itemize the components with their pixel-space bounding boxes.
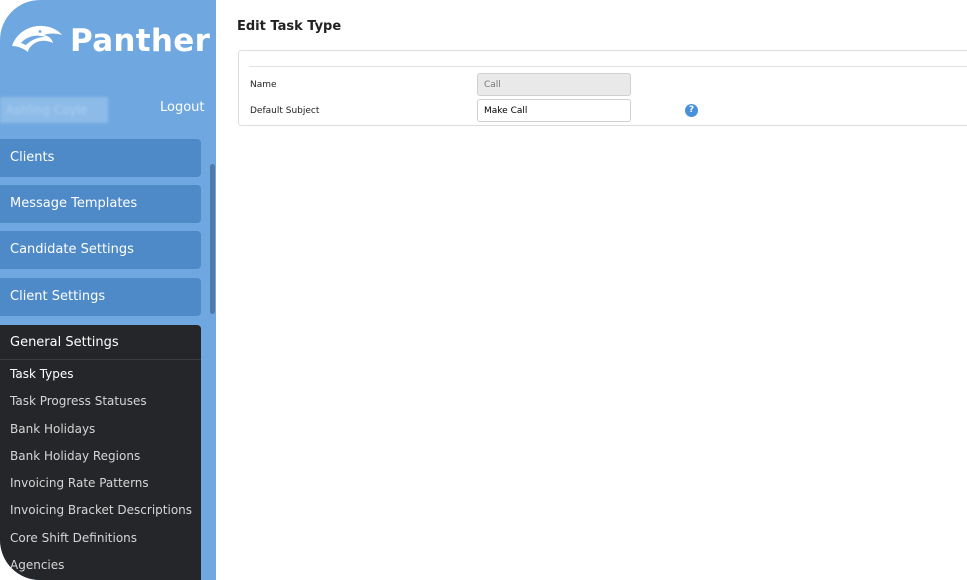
default-subject-field[interactable] (477, 99, 631, 122)
sidebar-scrollbar[interactable] (210, 164, 215, 314)
menu-item-agencies[interactable]: Agencies (0, 551, 201, 578)
nav-button-message-templates[interactable]: Message Templates (0, 185, 201, 223)
form-divider (249, 66, 967, 67)
page-title: Edit Task Type (237, 19, 342, 34)
nav-button-client-settings[interactable]: Client Settings (0, 278, 201, 316)
main-content: Edit Task Type Name Default Subject ? (216, 0, 967, 580)
user-name: Ashling Coyle (0, 97, 108, 123)
menu-item-task-types[interactable]: Task Types (0, 360, 201, 387)
question-circle-icon[interactable]: ? (685, 104, 698, 117)
name-label: Name (250, 80, 277, 90)
menu-item-bank-holidays[interactable]: Bank Holidays (0, 415, 201, 442)
nav-button-candidate-settings[interactable]: Candidate Settings (0, 231, 201, 269)
panther-logo-icon (10, 22, 64, 60)
sidebar: Panther Ashling Coyle Logout Clients Mes… (0, 0, 216, 580)
logout-link[interactable]: Logout (160, 100, 205, 115)
menu-item-core-shift-definitions[interactable]: Core Shift Definitions (0, 524, 201, 551)
nav-button-clients[interactable]: Clients (0, 139, 201, 177)
menu-item-invoicing-bracket-descriptions[interactable]: Invoicing Bracket Descriptions (0, 496, 201, 523)
menu-header-general-settings[interactable]: General Settings (0, 325, 201, 360)
general-settings-menu: General Settings Task Types Task Progres… (0, 325, 201, 580)
default-subject-label: Default Subject (250, 106, 320, 116)
edit-task-type-form: Name Default Subject ? (238, 50, 967, 126)
name-field[interactable] (477, 73, 631, 96)
logo[interactable]: Panther (10, 22, 210, 60)
menu-item-bank-holiday-regions[interactable]: Bank Holiday Regions (0, 442, 201, 469)
logo-text: Panther (70, 23, 211, 59)
menu-item-task-progress-statuses[interactable]: Task Progress Statuses (0, 387, 201, 414)
menu-item-invoicing-rate-patterns[interactable]: Invoicing Rate Patterns (0, 469, 201, 496)
